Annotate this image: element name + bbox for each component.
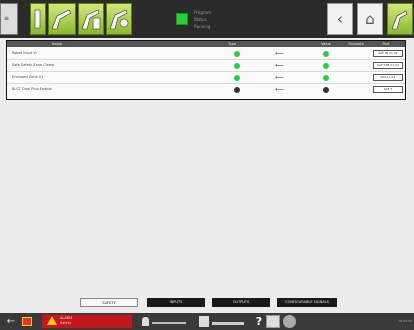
user-label — [152, 322, 186, 324]
setup-icon — [109, 9, 129, 30]
robot-arm-icon — [51, 9, 72, 30]
signal-state-icon — [234, 51, 240, 57]
alarm-banner[interactable]: ALARM Safety — [42, 315, 132, 328]
top-toolbar: ≡ Program Status Running ‹ ⌂ — [0, 0, 414, 38]
robot-tool-button[interactable] — [48, 3, 76, 35]
back-icon: ‹ — [337, 10, 343, 28]
home-button[interactable]: ⌂ — [357, 3, 383, 35]
row-name: Safe Safety Zone Clamp — [12, 63, 55, 67]
user-icon — [142, 317, 149, 326]
direction-arrow-icon: ⟵ — [275, 86, 284, 93]
signal-state-icon — [234, 63, 240, 69]
status-line-1: Program — [194, 10, 211, 15]
status-line-3: Running — [194, 24, 211, 29]
value-state-icon — [323, 51, 329, 57]
header-name: Name — [51, 42, 63, 46]
tab-outputs[interactable]: OUTPUTS — [212, 298, 270, 307]
row-name: Robot Input In — [12, 51, 37, 55]
stop-icon[interactable] — [22, 317, 32, 326]
direction-arrow-icon: ⟵ — [275, 74, 284, 81]
port-field[interactable]: SAF T — [373, 86, 403, 93]
io-table: Name Type Value Simulate Port Robot Inpu… — [6, 40, 406, 100]
help-button[interactable]: ? — [254, 315, 264, 328]
header-port: Port — [382, 42, 390, 46]
program-status[interactable]: Program Status Running — [176, 4, 226, 34]
tab-configurable-signals[interactable]: CONFIGURABLE SIGNALS — [277, 298, 337, 307]
table-row[interactable]: BLCT Dual Plug Enable ⟵ SAF T — [7, 84, 405, 96]
frame-icon — [199, 316, 209, 327]
table-row[interactable]: Robot Input In ⟵ SAF IN 01 02 — [7, 48, 405, 60]
home-icon: ⌂ — [365, 10, 375, 28]
row-name: Enclosed Zone 01 — [12, 75, 44, 79]
screenshot-icon[interactable] — [266, 315, 280, 328]
robot-button[interactable] — [387, 3, 413, 35]
port-field[interactable]: SAF IN 01 02 — [373, 50, 403, 57]
io-tabs: SAFETY INPUTS OUTPUTS CONFIGURABLE SIGNA… — [0, 298, 414, 308]
setup-tool-button[interactable] — [106, 3, 132, 35]
direction-arrow-icon: ⟵ — [275, 50, 284, 57]
tab-inputs[interactable]: INPUTS — [147, 298, 205, 307]
status-line-2: Status — [194, 17, 207, 22]
status-bar: ← ALARM Safety ? 00:00:00 — [0, 313, 414, 330]
table-row[interactable]: Safe Safety Zone Clamp ⟵ SAF STB 01 02 — [7, 60, 405, 72]
jog-frame-button[interactable] — [197, 315, 247, 328]
jog-tool-button[interactable] — [30, 3, 46, 35]
signal-state-icon — [234, 75, 240, 81]
signal-state-icon — [234, 87, 240, 93]
header-type: Type — [227, 42, 237, 46]
table-row[interactable]: Enclosed Zone 01 ⟵ SAF Lc 01 — [7, 72, 405, 84]
port-field[interactable]: SAF Lc 01 — [373, 74, 403, 81]
table-header: Name Type Value Simulate Port — [7, 41, 405, 47]
speed-dial-icon[interactable] — [283, 315, 296, 328]
header-value: Value — [321, 42, 331, 46]
menu-icon: ≡ — [4, 15, 10, 22]
value-state-icon — [323, 63, 329, 69]
direction-arrow-icon: ⟵ — [275, 62, 284, 69]
menu-button[interactable]: ≡ — [0, 3, 18, 35]
value-state-icon — [323, 87, 329, 93]
user-button[interactable] — [140, 315, 190, 328]
program-tool-button[interactable] — [78, 3, 104, 35]
clock: 00:00:00 — [398, 319, 412, 323]
header-simulate: Simulate — [348, 42, 364, 46]
warning-icon — [47, 316, 57, 325]
program-icon — [81, 9, 101, 30]
status-led-icon — [176, 13, 188, 25]
value-state-icon — [323, 75, 329, 81]
port-field[interactable]: SAF STB 01 02 — [373, 62, 403, 69]
jog-frame-label — [212, 322, 244, 325]
alarm-text-2: Safety — [60, 321, 72, 325]
collapse-arrow-icon[interactable]: ← — [4, 315, 18, 328]
back-button[interactable]: ‹ — [327, 3, 353, 35]
robot-icon — [391, 10, 408, 30]
tab-safety[interactable]: SAFETY — [80, 298, 138, 307]
jog-icon — [34, 9, 41, 29]
row-name: BLCT Dual Plug Enable — [12, 87, 52, 91]
